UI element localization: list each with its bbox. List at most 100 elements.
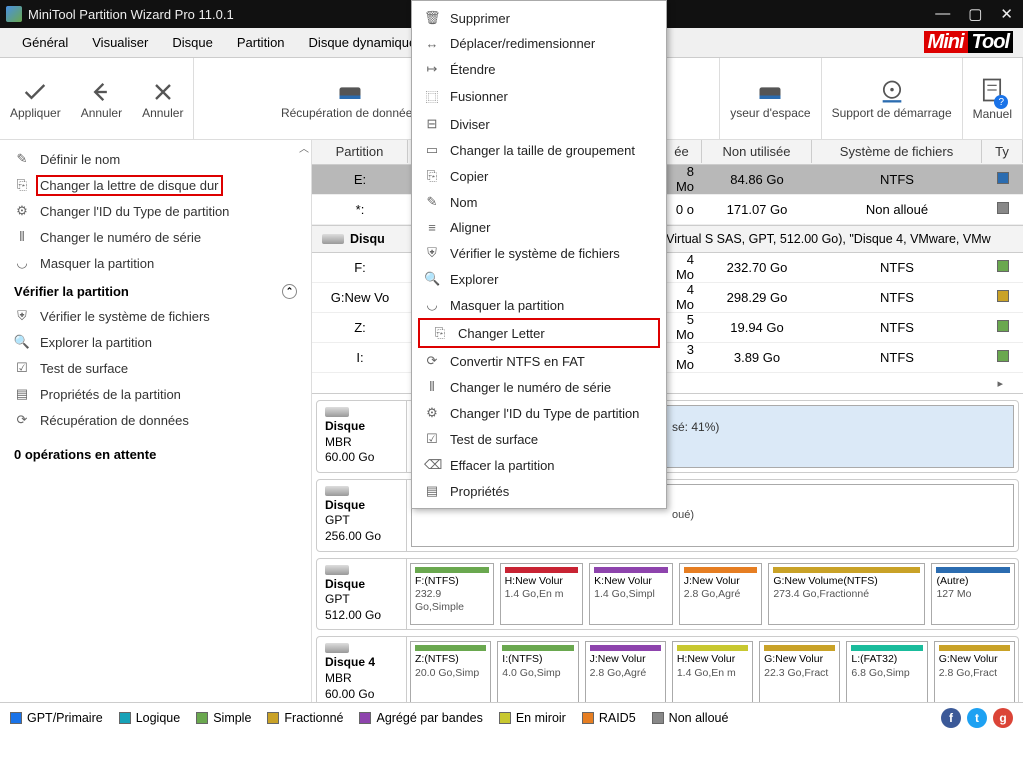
boot-media-button[interactable]: Support de démarrage bbox=[822, 72, 962, 126]
col-unused[interactable]: Non utilisée bbox=[702, 140, 812, 163]
partition-box[interactable]: (Autre)127 Mo bbox=[931, 563, 1015, 626]
legend-swatch bbox=[652, 712, 664, 724]
sidebar-item[interactable]: ✎Définir le nom bbox=[0, 146, 311, 172]
context-menu-item[interactable]: ✎Nom bbox=[412, 189, 666, 215]
col-partition[interactable]: Partition bbox=[312, 140, 408, 163]
drive-icon bbox=[336, 78, 364, 106]
sidebar-item[interactable]: 🔍Explorer la partition bbox=[0, 329, 311, 355]
facebook-icon[interactable]: f bbox=[941, 708, 961, 728]
sidebar-item-icon: ⛨ bbox=[14, 308, 30, 324]
col-type[interactable]: Ty bbox=[982, 140, 1023, 163]
context-menu-item[interactable]: ↦Étendre bbox=[412, 56, 666, 82]
partition-box[interactable]: G:New Volur22.3 Go,Fract bbox=[759, 641, 840, 702]
close-button[interactable]: ✕ bbox=[996, 5, 1017, 23]
sidebar-item[interactable]: ⛨ Vérifier le système de fichiers bbox=[0, 303, 311, 329]
sidebar-item[interactable]: ◡Masquer la partition bbox=[0, 250, 311, 276]
context-menu-item[interactable]: ⎘Copier bbox=[412, 163, 666, 189]
partition-box[interactable]: J:New Volur2.8 Go,Agré bbox=[679, 563, 763, 626]
legend-swatch bbox=[119, 712, 131, 724]
context-menu-item[interactable]: ▤Propriétés bbox=[412, 478, 666, 504]
disk-strip: DisqueGPT512.00 GoF:(NTFS)232.9 Go,Simpl… bbox=[316, 558, 1019, 631]
check-icon bbox=[21, 78, 49, 106]
sidebar-item[interactable]: ⎘Changer la lettre de disque dur bbox=[0, 172, 311, 198]
context-item-label: Convertir NTFS en FAT bbox=[450, 354, 585, 369]
partition-box[interactable]: H:New Volur1.4 Go,En m bbox=[672, 641, 753, 702]
context-menu-item[interactable]: 🔍Explorer bbox=[412, 266, 666, 292]
context-menu-item[interactable]: ⿴Fusionner bbox=[412, 82, 666, 111]
google-plus-icon[interactable]: g bbox=[993, 708, 1013, 728]
partition-box[interactable]: H:New Volur1.4 Go,En m bbox=[500, 563, 584, 626]
scroll-right-icon[interactable]: ▸ bbox=[997, 377, 1003, 390]
partition-box[interactable]: G:New Volume(NTFS)273.4 Go,Fractionné bbox=[768, 563, 925, 626]
menu-disque-dynamique[interactable]: Disque dynamique bbox=[297, 31, 429, 54]
sidebar-item[interactable]: ⟳Récupération de données bbox=[0, 407, 311, 433]
context-menu-item[interactable]: ≡Aligner bbox=[412, 215, 666, 240]
sidebar-item-label: Changer le numéro de série bbox=[40, 230, 201, 245]
context-item-icon: ⊟ bbox=[424, 116, 440, 132]
twitter-icon[interactable]: t bbox=[967, 708, 987, 728]
disk-label: DisqueGPT256.00 Go bbox=[317, 480, 407, 551]
minimize-button[interactable]: — bbox=[931, 5, 954, 23]
context-item-label: Propriétés bbox=[450, 484, 509, 499]
partition-box[interactable]: I:(NTFS)4.0 Go,Simp bbox=[497, 641, 578, 702]
context-item-label: Masquer la partition bbox=[450, 298, 564, 313]
sidebar-item[interactable]: ☑Test de surface bbox=[0, 355, 311, 381]
context-menu-item[interactable]: ⌫Effacer la partition bbox=[412, 452, 666, 478]
drive2-icon bbox=[756, 78, 784, 106]
context-item-label: Supprimer bbox=[450, 11, 510, 26]
context-menu-item[interactable]: ⦀Changer le numéro de série bbox=[412, 374, 666, 400]
col-fs[interactable]: Système de fichiers bbox=[812, 140, 982, 163]
menu-visualiser[interactable]: Visualiser bbox=[80, 31, 160, 54]
sidebar-item[interactable]: ⚙Changer l'ID du Type de partition bbox=[0, 198, 311, 224]
context-menu-item[interactable]: ⚙Changer l'ID du Type de partition bbox=[412, 400, 666, 426]
sidebar-section-verify[interactable]: Vérifier la partition ⌃ bbox=[0, 276, 311, 303]
context-menu-item[interactable]: 🗑Supprimer bbox=[412, 5, 666, 31]
undo-icon bbox=[87, 78, 115, 106]
social-links: f t g bbox=[941, 708, 1013, 728]
context-item-icon: 🔍 bbox=[424, 271, 440, 287]
partition-box[interactable]: F:(NTFS)232.9 Go,Simple bbox=[410, 563, 494, 626]
disk-icon bbox=[325, 643, 349, 653]
partition-box[interactable]: Z:(NTFS)20.0 Go,Simp bbox=[410, 641, 491, 702]
sidebar-item-label: Propriétés de la partition bbox=[40, 387, 181, 402]
context-menu-item[interactable]: ↔Déplacer/redimensionner bbox=[412, 31, 666, 56]
context-item-icon: ⛨ bbox=[424, 245, 440, 261]
space-analyzer-button[interactable]: yseur d'espace bbox=[720, 72, 820, 126]
undo-button[interactable]: Annuler bbox=[71, 72, 132, 126]
legend-item: Logique bbox=[119, 711, 181, 725]
context-menu-item[interactable]: ◡Masquer la partition bbox=[412, 292, 666, 318]
sidebar-item-label: Récupération de données bbox=[40, 413, 189, 428]
cancel-button[interactable]: Annuler bbox=[132, 72, 193, 126]
context-menu-item[interactable]: ⛨Vérifier le système de fichiers bbox=[412, 240, 666, 266]
apply-button[interactable]: Appliquer bbox=[0, 72, 71, 126]
maximize-button[interactable]: ▢ bbox=[964, 5, 986, 23]
partition-box[interactable]: K:New Volur1.4 Go,Simpl bbox=[589, 563, 673, 626]
context-item-icon: ⎘ bbox=[424, 168, 440, 184]
sidebar-item-label: Vérifier le système de fichiers bbox=[40, 309, 210, 324]
menu-disque[interactable]: Disque bbox=[160, 31, 224, 54]
chevron-up-icon[interactable]: ︿ bbox=[299, 140, 309, 155]
context-menu-item[interactable]: ⎘Changer Letter bbox=[420, 320, 658, 346]
context-menu-item[interactable]: ☑Test de surface bbox=[412, 426, 666, 452]
context-item-icon: ⦀ bbox=[424, 379, 440, 395]
collapse-icon[interactable]: ⌃ bbox=[282, 284, 297, 299]
disk-icon bbox=[322, 234, 344, 244]
sidebar-item[interactable]: ⦀ Changer le numéro de série bbox=[0, 224, 311, 250]
context-item-label: Diviser bbox=[450, 117, 490, 132]
menu-general[interactable]: Général bbox=[10, 31, 80, 54]
partition-box[interactable]: G:New Volur2.8 Go,Fract bbox=[934, 641, 1015, 702]
legend-item: Fractionné bbox=[267, 711, 343, 725]
partition-box[interactable]: J:New Volur2.8 Go,Agré bbox=[585, 641, 666, 702]
manual-button[interactable]: Manuel bbox=[963, 70, 1022, 127]
data-recovery-button[interactable]: Récupération de données bbox=[271, 72, 428, 126]
context-menu-item[interactable]: ⟳Convertir NTFS en FAT bbox=[412, 348, 666, 374]
sidebar-item[interactable]: ▤Propriétés de la partition bbox=[0, 381, 311, 407]
context-menu-item[interactable]: ⊟ Diviser bbox=[412, 111, 666, 137]
menu-partition[interactable]: Partition bbox=[225, 31, 297, 54]
context-item-label: Effacer la partition bbox=[450, 458, 555, 473]
context-menu-item[interactable]: ▭Changer la taille de groupement bbox=[412, 137, 666, 163]
sidebar-item-icon: ✎ bbox=[14, 151, 30, 167]
partition-box[interactable]: L:(FAT32)6.8 Go,Simp bbox=[846, 641, 927, 702]
sidebar-item-icon: ⦀ bbox=[14, 229, 30, 245]
sidebar-item-label: Changer l'ID du Type de partition bbox=[40, 204, 229, 219]
